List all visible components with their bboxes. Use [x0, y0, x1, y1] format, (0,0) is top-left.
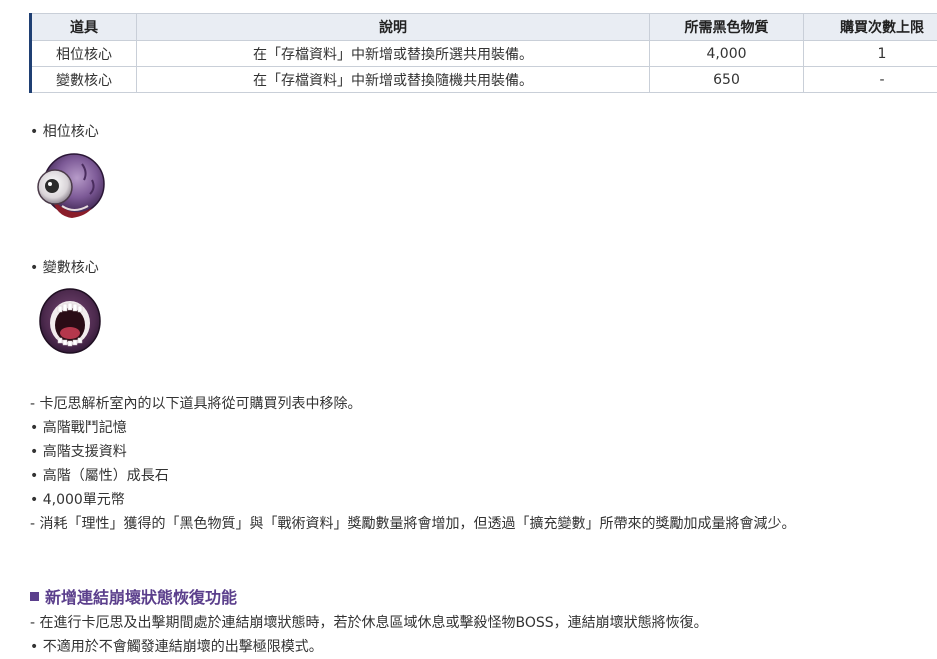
section-heading: 新增連結崩壞狀態恢復功能 — [30, 584, 237, 608]
removed-item: • 高階支援資料 — [30, 444, 127, 460]
screaming-mouth-icon — [36, 286, 104, 360]
reward-change-note: - 消耗「理性」獲得的「黑色物質」與「戰術資料」獎勵數量將會增加，但透過「擴充變… — [30, 516, 796, 532]
cell-limit: - — [803, 66, 937, 93]
table-header-row: 道具 說明 所需黑色物質 購買次數上限 — [30, 13, 937, 41]
eyeball-skull-icon — [32, 150, 108, 226]
table-row: 變數核心 在「存檔資料」中新增或替換隨機共用裝備。 650 - — [30, 66, 937, 93]
removed-item: • 高階戰鬥記憶 — [30, 420, 127, 436]
cell-cost: 4,000 — [649, 40, 804, 67]
item-table: 道具 說明 所需黑色物質 購買次數上限 相位核心 在「存檔資料」中新增或替換所選… — [29, 13, 937, 93]
section-line: - 在進行卡厄思及出擊期間處於連結崩壞狀態時，若於休息區域休息或擊殺怪物BOSS… — [30, 615, 708, 631]
cell-description: 在「存檔資料」中新增或替換隨機共用裝備。 — [136, 66, 650, 93]
cell-limit: 1 — [803, 40, 937, 67]
patch-notes-page: 道具 說明 所需黑色物質 購買次數上限 相位核心 在「存檔資料」中新增或替換所選… — [0, 0, 937, 659]
cell-cost: 650 — [649, 66, 804, 93]
header-item: 道具 — [30, 13, 137, 41]
phase-core-title: • 相位核心 — [30, 124, 99, 140]
header-cost: 所需黑色物質 — [649, 13, 804, 41]
removed-item: • 4,000單元幣 — [30, 492, 125, 508]
square-bullet-icon — [30, 592, 39, 601]
cell-description: 在「存檔資料」中新增或替換所選共用裝備。 — [136, 40, 650, 67]
cell-item: 變數核心 — [30, 66, 137, 93]
header-purchase-limit: 購買次數上限 — [803, 13, 937, 41]
section-line: • 不適用於不會觸發連結崩壞的出擊極限模式。 — [30, 639, 323, 655]
removal-intro: - 卡厄思解析室內的以下道具將從可購買列表中移除。 — [30, 396, 362, 412]
header-description: 說明 — [136, 13, 650, 41]
cell-item: 相位核心 — [30, 40, 137, 67]
removed-item: • 高階（屬性）成長石 — [30, 468, 169, 484]
table-row: 相位核心 在「存檔資料」中新增或替換所選共用裝備。 4,000 1 — [30, 40, 937, 67]
variable-core-title: • 變數核心 — [30, 260, 99, 276]
section-title: 新增連結崩壞狀態恢復功能 — [45, 588, 238, 607]
